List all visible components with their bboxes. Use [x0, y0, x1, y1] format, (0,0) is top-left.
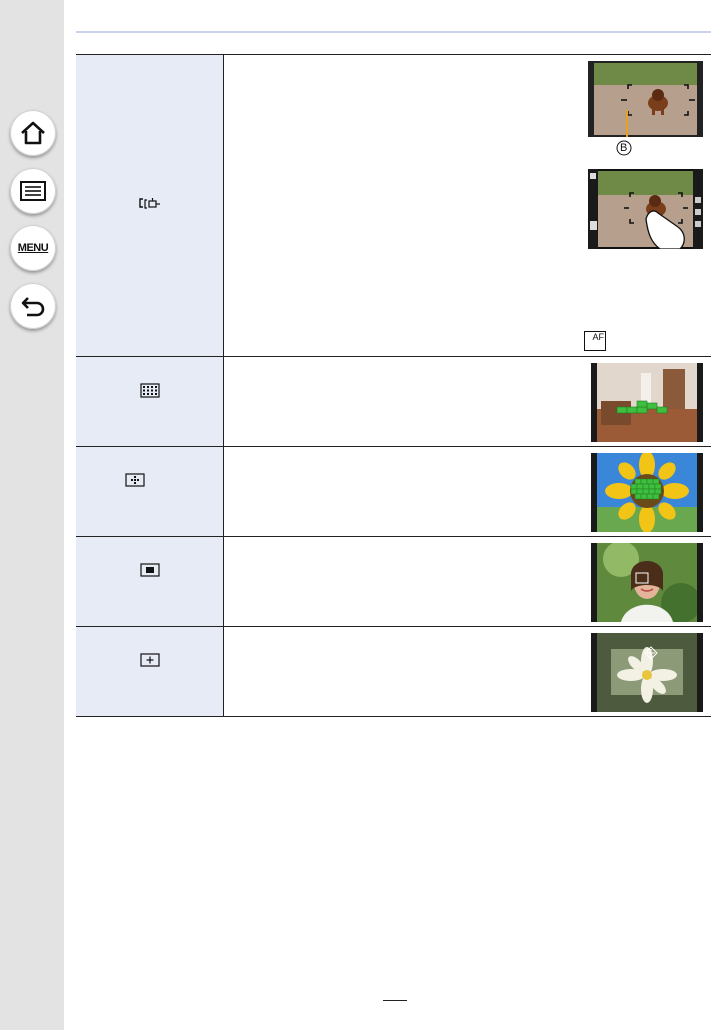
mode-cell [76, 626, 224, 717]
back-button[interactable] [10, 283, 56, 329]
table-row [76, 446, 711, 537]
49-area-icon [139, 383, 160, 398]
af-off-icon: AF [584, 331, 606, 351]
description-cell [223, 356, 711, 447]
header-rule [76, 31, 711, 33]
49-area-sample-image [591, 363, 703, 442]
sidebar: MENU [0, 0, 64, 1030]
1-area-sample-image [591, 543, 703, 622]
mode-cell [76, 54, 224, 357]
back-icon [21, 297, 45, 317]
mode-cell [76, 446, 224, 537]
tracking-af-icon [138, 198, 160, 209]
home-button[interactable] [10, 110, 56, 156]
description-cell [223, 626, 711, 717]
home-icon [21, 121, 45, 145]
description-cell [223, 446, 711, 537]
table-row: B AF [76, 54, 711, 357]
mode-cell [76, 356, 224, 447]
table-row [76, 536, 711, 627]
pinpoint-sample-image [591, 633, 703, 712]
1-area-icon [139, 563, 160, 577]
tracking-sample-image [588, 61, 703, 137]
pinpoint-icon [139, 653, 160, 667]
mode-cell [76, 536, 224, 627]
menu-icon: MENU [17, 242, 49, 254]
page-number-rule [383, 1000, 407, 1001]
callout-b-text: B [620, 142, 628, 154]
menu-button[interactable]: MENU [10, 225, 56, 271]
contents-icon [20, 181, 46, 201]
table-row [76, 626, 711, 717]
touch-tracking-sample-image [588, 169, 703, 249]
custom-multi-icon [124, 473, 145, 487]
table-row [76, 356, 711, 447]
custom-multi-sample-image [591, 453, 703, 532]
description-cell [223, 536, 711, 627]
af-mode-table: B AF [76, 54, 711, 717]
description-cell: B AF [223, 54, 711, 357]
contents-button[interactable] [10, 168, 56, 214]
